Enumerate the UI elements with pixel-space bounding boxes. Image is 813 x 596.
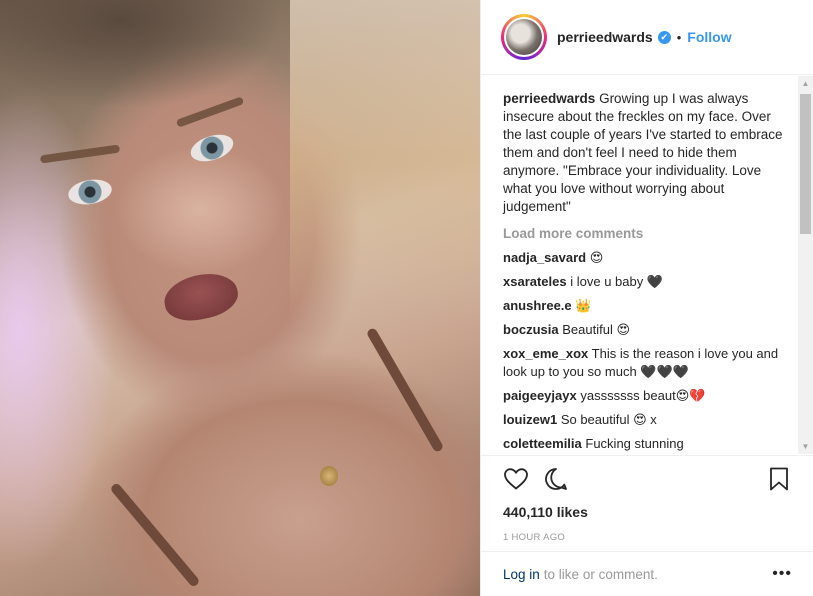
post-sidebar: perrieedwards ✔ • Follow perrieedwards G… bbox=[480, 0, 813, 596]
comment-item: nadja_savard 😍 bbox=[503, 249, 786, 267]
comment-text: Beautiful 😍 bbox=[562, 322, 631, 337]
strap-right bbox=[365, 326, 445, 454]
post-actions: 440,110 likes 1 HOUR AGO bbox=[481, 455, 813, 543]
comment-username[interactable]: boczusia bbox=[503, 322, 559, 337]
load-more-comments-button[interactable]: Load more comments bbox=[503, 226, 786, 241]
login-link[interactable]: Log in bbox=[503, 567, 540, 582]
likes-count[interactable]: 440,110 likes bbox=[503, 504, 792, 520]
caption-username[interactable]: perrieedwards bbox=[503, 91, 595, 106]
action-icons-row bbox=[503, 464, 792, 494]
more-options-icon[interactable]: ••• bbox=[772, 565, 792, 583]
comment-item: coletteemilia Fucking stunning bbox=[503, 435, 786, 453]
avatar[interactable] bbox=[501, 14, 547, 60]
comment-item: xsarateles i love u baby 🖤 bbox=[503, 273, 786, 291]
comments-scrollbar[interactable]: ▲ ▼ bbox=[798, 76, 813, 454]
background-wall bbox=[290, 0, 480, 320]
comment-text: yasssssss beaut😍💔 bbox=[580, 388, 706, 403]
comment-item: anushree.e 👑 bbox=[503, 297, 786, 315]
post-photo[interactable] bbox=[0, 0, 480, 596]
necklace-pendant bbox=[320, 466, 338, 486]
comment-username[interactable]: xox_eme_xox bbox=[503, 346, 588, 361]
comment-text: i love u baby 🖤 bbox=[570, 274, 664, 289]
eye-left bbox=[66, 176, 114, 208]
bookmark-icon[interactable] bbox=[766, 466, 792, 492]
comment-item: boczusia Beautiful 😍 bbox=[503, 321, 786, 339]
login-prompt: Log in to like or comment. ••• bbox=[481, 551, 813, 596]
verified-badge-icon: ✔ bbox=[657, 30, 671, 44]
follow-button[interactable]: Follow bbox=[687, 29, 731, 45]
scroll-thumb[interactable] bbox=[800, 94, 811, 234]
comments-section[interactable]: perrieedwards Growing up I was always in… bbox=[481, 76, 813, 454]
heart-icon[interactable] bbox=[503, 466, 529, 492]
comment-username[interactable]: nadja_savard bbox=[503, 250, 586, 265]
comment-username[interactable]: anushree.e bbox=[503, 298, 572, 313]
caption-text: Growing up I was always insecure about t… bbox=[503, 91, 783, 214]
comment-username[interactable]: xsarateles bbox=[503, 274, 567, 289]
comment-username[interactable]: paigeeyjayx bbox=[503, 388, 577, 403]
comment-text: 😍 bbox=[589, 250, 604, 265]
comment-text: So beautiful 😍 x bbox=[560, 412, 657, 427]
scroll-down-arrow-icon[interactable]: ▼ bbox=[798, 439, 813, 454]
comment-item: louizew1 So beautiful 😍 x bbox=[503, 411, 786, 429]
comment-username[interactable]: louizew1 bbox=[503, 412, 557, 427]
header-username[interactable]: perrieedwards bbox=[557, 29, 653, 45]
comment-text: Fucking stunning bbox=[585, 436, 684, 451]
separator-dot: • bbox=[676, 29, 682, 45]
comment-item: xox_eme_xox This is the reason i love yo… bbox=[503, 345, 786, 381]
login-prompt-text: to like or comment. bbox=[543, 566, 658, 582]
comment-item: paigeeyjayx yasssssss beaut😍💔 bbox=[503, 387, 786, 405]
comment-username[interactable]: coletteemilia bbox=[503, 436, 582, 451]
instagram-post-modal: perrieedwards ✔ • Follow perrieedwards G… bbox=[0, 0, 813, 596]
strap-left bbox=[109, 481, 201, 589]
post-header: perrieedwards ✔ • Follow bbox=[481, 0, 813, 75]
hair-shape bbox=[0, 0, 300, 150]
comment-text: 👑 bbox=[575, 298, 592, 313]
caption: perrieedwards Growing up I was always in… bbox=[503, 90, 786, 216]
post-timestamp: 1 HOUR AGO bbox=[503, 532, 566, 543]
comment-icon[interactable] bbox=[543, 466, 569, 492]
scroll-up-arrow-icon[interactable]: ▲ bbox=[798, 76, 813, 91]
lips bbox=[160, 267, 242, 327]
